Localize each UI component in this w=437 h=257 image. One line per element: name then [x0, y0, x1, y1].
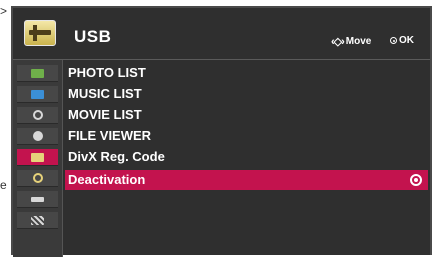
sidebar-item-screen[interactable]	[17, 86, 58, 103]
clock-icon	[32, 131, 43, 141]
screen-icon	[31, 89, 44, 99]
menu-item-photo-list[interactable]: PHOTO LIST	[65, 63, 428, 83]
menu-item-label: Deactivation	[68, 172, 146, 187]
menu-item-movie-list[interactable]: MOVIE LIST	[65, 105, 428, 125]
usb-icon	[31, 152, 44, 162]
ok-button-icon	[390, 37, 397, 44]
menu-item-deactivation[interactable]: Deactivation	[65, 170, 428, 190]
category-sidebar	[13, 60, 63, 257]
move-hint: ‹◇› Move	[331, 35, 371, 48]
picture-icon	[31, 68, 44, 78]
ok-hint-label: OK	[399, 35, 414, 46]
ok-hint: OK	[390, 35, 414, 46]
four-way-arrow-icon: ‹◇›	[331, 36, 345, 48]
sidebar-item-clock[interactable]	[17, 128, 58, 145]
menu-item-divx-reg-code[interactable]: DivX Reg. Code	[65, 147, 428, 167]
info-icon	[32, 173, 43, 183]
usb-osd-menu: USB ‹◇› Move OK PHOTO LIST MUSIC LIST MO…	[11, 6, 432, 257]
menu-item-music-list[interactable]: MUSIC LIST	[65, 84, 428, 104]
menu-header: USB ‹◇› Move OK	[13, 8, 430, 60]
callout-arrow-fragment: >	[0, 4, 8, 18]
disc-icon	[32, 110, 43, 120]
sidebar-item-info[interactable]	[17, 170, 58, 187]
menu-title: USB	[74, 27, 112, 46]
sidebar-item-usb[interactable]	[17, 149, 58, 166]
move-hint-label: Move	[345, 36, 372, 47]
sidebar-item-picture[interactable]	[17, 65, 58, 82]
callout-text-fragment: e	[0, 178, 7, 192]
sidebar-item-clapper[interactable]	[17, 212, 58, 229]
sidebar-item-disc[interactable]	[17, 107, 58, 124]
selected-radio-icon	[410, 174, 422, 186]
sidebar-item-input[interactable]	[17, 191, 58, 208]
usb-plug-icon	[24, 20, 56, 46]
clapper-icon	[31, 215, 44, 225]
input-icon	[31, 196, 44, 202]
menu-item-file-viewer[interactable]: FILE VIEWER	[65, 126, 428, 146]
